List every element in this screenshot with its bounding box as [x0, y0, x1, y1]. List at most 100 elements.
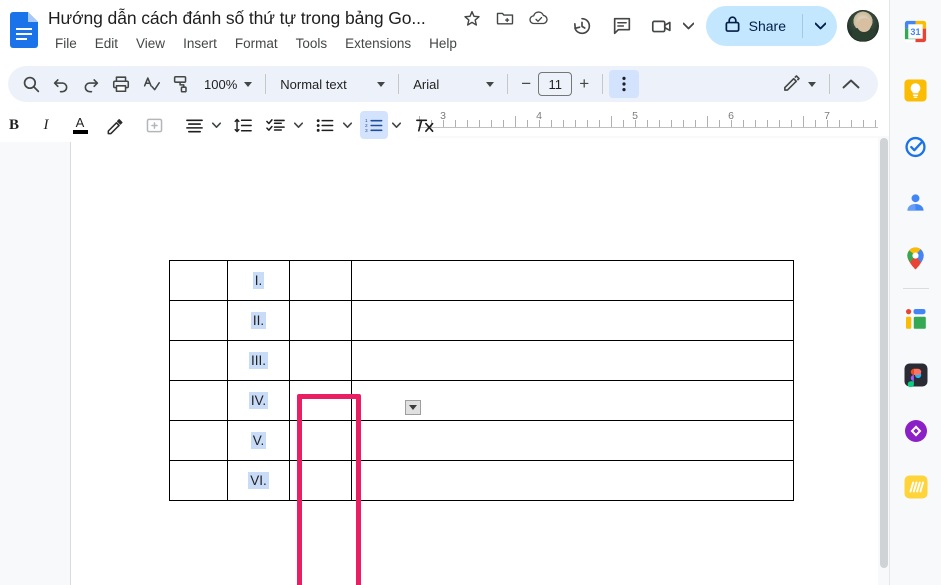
table-cell-col4[interactable] [351, 260, 794, 301]
document-canvas[interactable]: I. II. III. IV. V. VI. [0, 136, 878, 585]
menu-help[interactable]: Help [420, 34, 466, 53]
purple-addon-icon[interactable] [903, 418, 929, 444]
account-avatar[interactable] [847, 10, 879, 42]
table-cell-col4[interactable] [351, 300, 794, 341]
meet-camera-icon[interactable] [642, 6, 682, 46]
italic-button[interactable]: I [32, 111, 60, 139]
text-color-button[interactable]: A [66, 111, 94, 139]
star-icon[interactable] [462, 8, 482, 28]
align-button[interactable] [180, 111, 208, 139]
comment-icon[interactable] [602, 6, 642, 46]
google-contacts-icon[interactable] [903, 189, 929, 215]
table-cell-dropdown[interactable] [405, 400, 421, 415]
highlight-color-button[interactable] [100, 111, 128, 139]
caret-down-icon [409, 405, 417, 410]
figma-icon[interactable] [903, 362, 929, 388]
decrease-font-size-button[interactable]: − [514, 72, 538, 96]
bulleted-list-chevron-down-icon[interactable] [339, 111, 355, 139]
increase-font-size-button[interactable]: + [572, 72, 596, 96]
cloud-saved-icon[interactable] [528, 8, 548, 28]
table-cell-numbering[interactable]: VI. [227, 460, 290, 501]
line-spacing-button[interactable] [229, 111, 257, 139]
numbered-list-button[interactable]: 1 2 3 [360, 111, 388, 139]
table-row[interactable]: II. [169, 300, 794, 341]
more-options-icon[interactable] [609, 70, 640, 98]
menu-edit[interactable]: Edit [86, 34, 127, 53]
page-title[interactable]: Hướng dẫn cách đánh số thứ tự trong bảng… [48, 8, 426, 29]
table-cell-col3[interactable] [289, 260, 352, 301]
version-history-icon[interactable] [562, 6, 602, 46]
menu-extensions[interactable]: Extensions [336, 34, 420, 53]
checklist-button[interactable] [262, 111, 290, 139]
table-cell-numbering[interactable]: I. [227, 260, 290, 301]
font-size-input[interactable]: 11 [538, 72, 573, 96]
table-cell-col1[interactable] [169, 460, 228, 501]
menu-insert[interactable]: Insert [174, 34, 226, 53]
clear-formatting-button[interactable] [410, 111, 438, 139]
table-cell-col3[interactable] [289, 420, 352, 461]
bold-button[interactable]: B [0, 111, 28, 139]
table-cell-col1[interactable] [169, 260, 228, 301]
table-cell-col4[interactable] [351, 460, 794, 501]
redo-icon[interactable] [76, 70, 106, 98]
ruler-tick [875, 120, 876, 127]
meet-call-button[interactable] [642, 6, 698, 46]
table-cell-col3[interactable] [289, 300, 352, 341]
yellow-addon-icon[interactable] [903, 474, 929, 500]
google-maps-icon[interactable] [903, 245, 929, 271]
share-button[interactable]: Share [705, 6, 837, 46]
table-row[interactable]: V. [169, 420, 794, 461]
table-cell-col1[interactable] [169, 420, 228, 461]
paragraph-style-dropdown[interactable]: Normal text [272, 70, 392, 98]
undo-icon[interactable] [46, 70, 76, 98]
insert-image-button[interactable] [140, 111, 168, 139]
document-title-row[interactable]: Hướng dẫn cách đánh số thứ tự trong bảng… [48, 4, 426, 32]
table-row[interactable]: I. [169, 260, 794, 301]
table-row[interactable]: IV. [169, 380, 794, 421]
paint-format-icon[interactable] [166, 70, 196, 98]
search-icon[interactable] [16, 70, 46, 98]
numbered-list-chevron-down-icon[interactable] [388, 111, 404, 139]
menu-view[interactable]: View [127, 34, 174, 53]
google-tasks-icon[interactable] [903, 133, 929, 159]
table-cell-numbering[interactable]: III. [227, 340, 290, 381]
table-row[interactable]: VI. [169, 460, 794, 501]
table-cell-numbering[interactable]: V. [227, 420, 290, 461]
menu-format[interactable]: Format [226, 34, 287, 53]
docs-logo-icon[interactable] [10, 12, 38, 48]
editing-mode-dropdown[interactable] [774, 70, 823, 98]
addons-grid-icon[interactable] [903, 306, 929, 332]
collapse-menus-icon[interactable] [836, 70, 866, 98]
font-family-value: Arial [413, 76, 440, 92]
table-cell-col3[interactable] [289, 460, 352, 501]
share-main[interactable]: Share [706, 6, 802, 46]
table-cell-col1[interactable] [169, 300, 228, 341]
meet-chevron-down-icon[interactable] [682, 17, 695, 35]
align-chevron-down-icon[interactable] [208, 111, 224, 139]
table-cell-col4[interactable] [351, 420, 794, 461]
document-page[interactable]: I. II. III. IV. V. VI. [70, 138, 878, 585]
table-cell-col4[interactable] [351, 340, 794, 381]
menu-tools[interactable]: Tools [287, 34, 337, 53]
table-cell-numbering[interactable]: IV. [227, 380, 290, 421]
font-family-dropdown[interactable]: Arial [405, 70, 501, 98]
table-cell-col1[interactable] [169, 340, 228, 381]
google-keep-icon[interactable] [903, 77, 929, 103]
menu-file[interactable]: File [46, 34, 86, 53]
scrollbar-thumb[interactable] [879, 138, 888, 568]
table-cell-numbering[interactable]: II. [227, 300, 290, 341]
zoom-dropdown[interactable]: 100% [196, 70, 259, 98]
table-cell-col3[interactable] [289, 340, 352, 381]
move-to-folder-icon[interactable] [495, 8, 515, 28]
vertical-scrollbar[interactable] [878, 136, 889, 585]
spellcheck-icon[interactable] [136, 70, 166, 98]
bulleted-list-button[interactable] [311, 111, 339, 139]
table-cell-col3[interactable] [289, 380, 352, 421]
share-chevron-down-icon[interactable] [803, 6, 837, 46]
document-table[interactable]: I. II. III. IV. V. VI. [169, 260, 794, 501]
print-icon[interactable] [106, 70, 136, 98]
google-calendar-icon[interactable]: 31 [903, 18, 929, 44]
checklist-chevron-down-icon[interactable] [290, 111, 306, 139]
table-cell-col1[interactable] [169, 380, 228, 421]
table-row[interactable]: III. [169, 340, 794, 381]
